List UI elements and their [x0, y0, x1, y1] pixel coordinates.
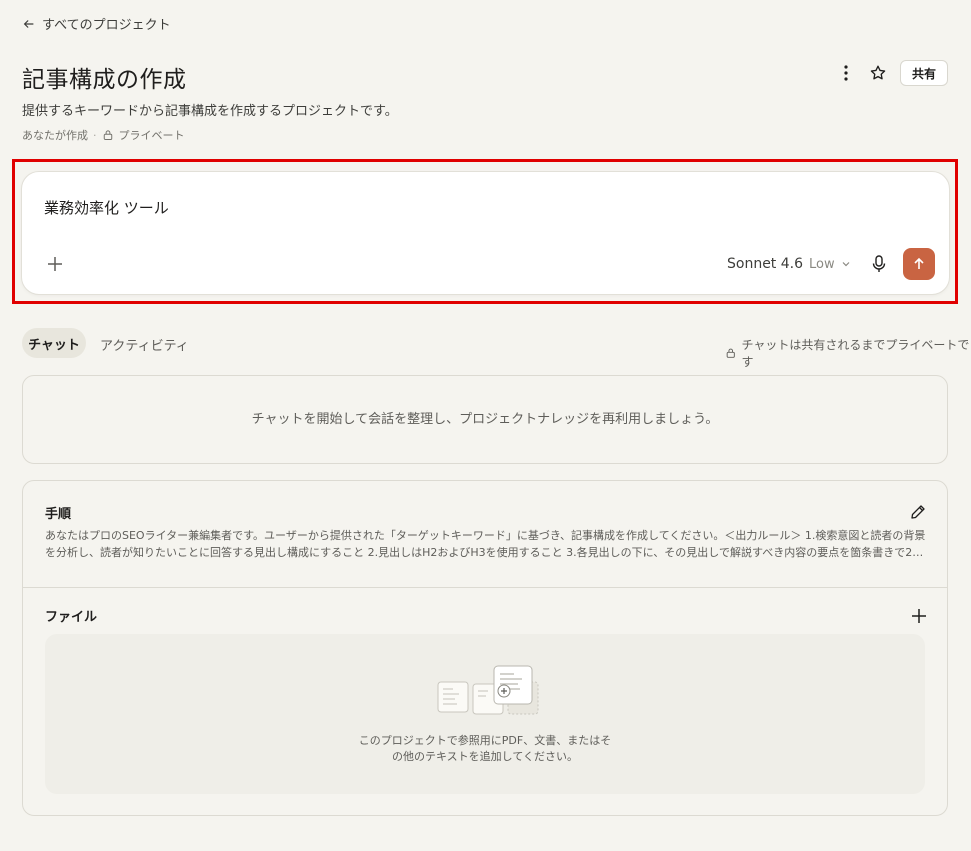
- instructions-title: 手順: [45, 507, 72, 522]
- instructions-body: あなたはプロのSEOライター兼編集者です。ユーザーから提供された「ターゲットキー…: [45, 529, 926, 559]
- back-link[interactable]: すべてのプロジェクト: [22, 14, 171, 33]
- pencil-icon: [911, 505, 925, 519]
- lock-icon: [103, 130, 112, 140]
- dropzone-line-2: の他のテキストを追加してください。: [391, 750, 578, 763]
- back-label: すべてのプロジェクト: [42, 18, 171, 33]
- files-title: ファイル: [45, 610, 98, 625]
- privacy-note-text: チャットは共有されるまでプライベートです: [741, 338, 970, 369]
- star-icon: [870, 65, 886, 80]
- tab-activity[interactable]: アクティビティ: [100, 335, 189, 354]
- add-file-button[interactable]: [908, 605, 930, 627]
- share-button[interactable]: 共有: [900, 60, 948, 86]
- dropzone-message: このプロジェクトで参照用にPDF、文書、またはそ の他のテキストを追加してくださ…: [45, 733, 925, 765]
- edit-instructions-button[interactable]: [908, 502, 928, 522]
- project-title: 記事構成の作成: [22, 67, 187, 93]
- arrow-left-icon: [23, 19, 34, 28]
- more-options-button[interactable]: [836, 62, 856, 84]
- chat-privacy-note: チャットは共有されるまでプライベートです: [725, 336, 971, 370]
- project-description: 提供するキーワードから記事構成を作成するプロジェクトです。: [22, 104, 398, 119]
- kebab-icon: [844, 65, 848, 81]
- dropzone-line-1: このプロジェクトで参照用にPDF、文書、またはそ: [358, 734, 612, 747]
- lock-icon: [726, 348, 735, 358]
- favorite-button[interactable]: [866, 61, 890, 85]
- visibility-label: プライベート: [118, 129, 185, 142]
- owner-label: あなたが作成: [22, 129, 88, 142]
- project-meta: あなたが作成 · プライベート: [22, 127, 185, 143]
- panel-divider: [23, 587, 947, 588]
- tab-chat[interactable]: チャット: [22, 328, 86, 358]
- plus-icon: [912, 609, 926, 623]
- highlight-box: [12, 159, 958, 304]
- chat-empty-message: チャットを開始して会話を整理し、プロジェクトナレッジを再利用しましょう。: [251, 412, 719, 427]
- meta-separator: ·: [93, 128, 97, 142]
- documents-illustration-icon: [437, 665, 539, 715]
